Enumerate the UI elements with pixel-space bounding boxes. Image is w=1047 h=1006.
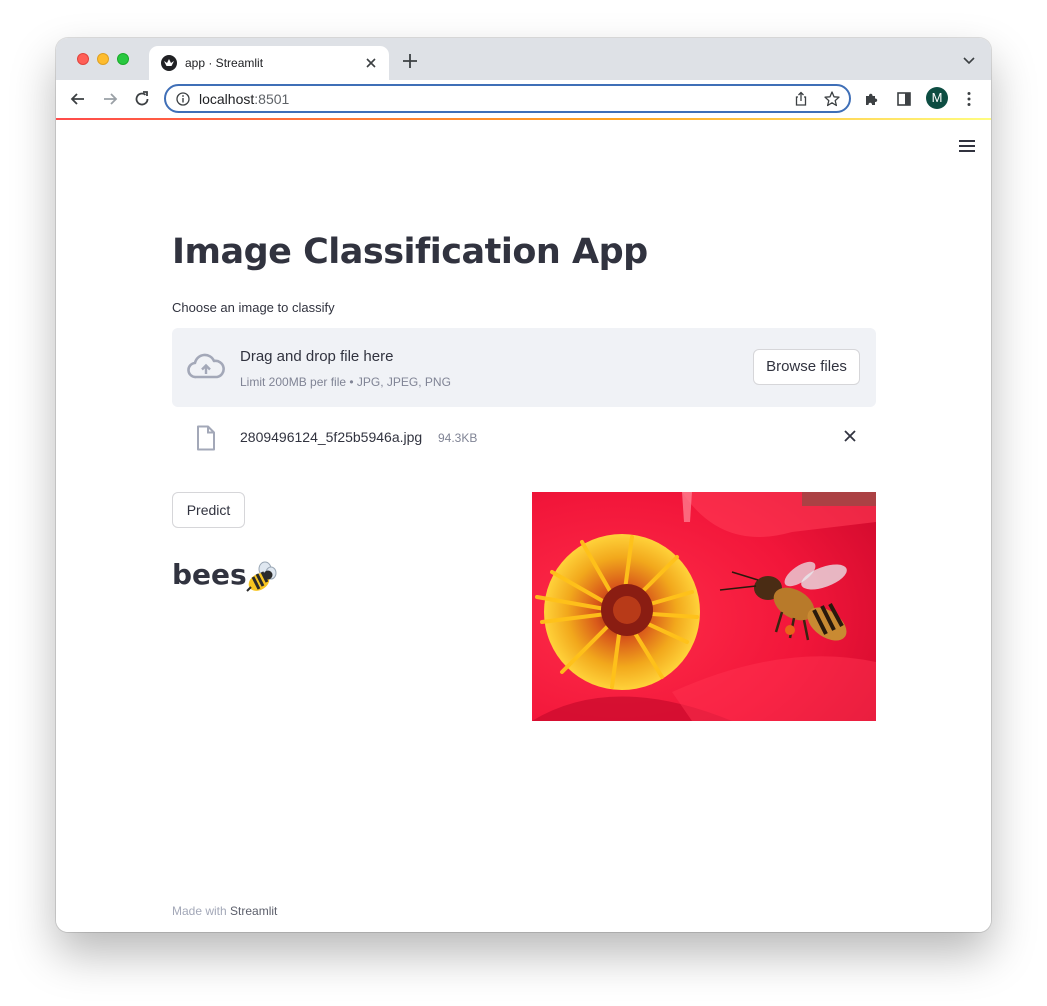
cloud-upload-icon <box>187 352 225 382</box>
side-panel-icon[interactable] <box>895 90 913 108</box>
minimize-window-button[interactable] <box>97 53 109 65</box>
close-window-button[interactable] <box>77 53 89 65</box>
url-port: :8501 <box>254 91 290 107</box>
remove-file-icon[interactable] <box>840 426 860 446</box>
address-bar[interactable]: localhost:8501 <box>164 84 851 113</box>
browser-toolbar: localhost:8501 M <box>56 80 991 118</box>
page-title: Image Classification App <box>172 232 648 272</box>
file-icon <box>196 425 216 451</box>
dropzone-instructions: Drag and drop file here <box>240 348 394 365</box>
tab-close-icon[interactable] <box>363 55 379 71</box>
file-dropzone[interactable]: Drag and drop file here Limit 200MB per … <box>172 328 876 407</box>
footer-streamlit-link[interactable]: Streamlit <box>230 904 277 918</box>
site-info-icon[interactable] <box>176 92 190 106</box>
tab-strip: app · Streamlit <box>56 38 991 80</box>
reload-icon[interactable] <box>132 89 152 109</box>
browser-window: app · Streamlit localhost:8501 M Image C… <box>56 38 991 932</box>
uploader-label: Choose an image to classify <box>172 300 335 315</box>
share-icon[interactable] <box>793 91 809 107</box>
footer: Made with Streamlit <box>172 904 277 918</box>
main-menu-icon[interactable] <box>959 140 975 152</box>
forward-arrow-icon[interactable] <box>100 89 120 109</box>
tab-app[interactable]: app · Streamlit <box>149 46 389 80</box>
new-tab-button[interactable] <box>400 51 420 71</box>
streamlit-favicon-icon <box>161 55 177 71</box>
extensions-puzzle-icon[interactable] <box>863 90 881 108</box>
bookmark-star-icon[interactable] <box>823 90 841 108</box>
back-arrow-icon[interactable] <box>68 89 88 109</box>
bee-emoji-icon <box>242 561 278 597</box>
maximize-window-button[interactable] <box>117 53 129 65</box>
uploaded-file-row: 2809496124_5f25b5946a.jpg 94.3KB <box>172 420 876 460</box>
url-text: localhost:8501 <box>199 91 289 107</box>
tab-search-chevron-icon[interactable] <box>961 52 977 68</box>
browse-files-button[interactable]: Browse files <box>753 349 860 385</box>
file-name: 2809496124_5f25b5946a.jpg <box>240 429 423 445</box>
tab-title: app · Streamlit <box>185 56 264 70</box>
url-host: localhost <box>199 91 255 107</box>
prediction-result: bees <box>172 558 247 591</box>
predict-button[interactable]: Predict <box>172 492 245 528</box>
profile-avatar[interactable]: M <box>926 87 948 109</box>
file-size: 94.3KB <box>438 431 478 445</box>
footer-prefix: Made with <box>172 904 231 918</box>
app-page: Image Classification App Choose an image… <box>56 120 991 932</box>
browser-menu-icon[interactable] <box>960 90 978 108</box>
dropzone-limits: Limit 200MB per file • JPG, JPEG, PNG <box>240 375 451 389</box>
uploaded-image-preview <box>532 492 876 721</box>
